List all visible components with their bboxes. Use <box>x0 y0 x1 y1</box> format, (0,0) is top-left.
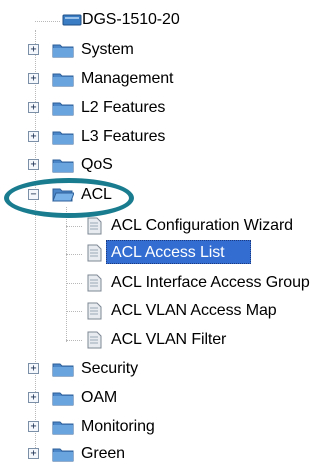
tree-item-acl-configuration-wizard[interactable]: ACL Configuration Wizard <box>0 214 333 238</box>
folder-icon <box>52 102 74 116</box>
folder-icon <box>52 421 74 435</box>
collapse-icon[interactable]: − <box>28 189 39 200</box>
expand-icon[interactable]: + <box>28 421 39 432</box>
folder-icon <box>52 73 74 87</box>
folder-icon <box>52 44 74 58</box>
tree-item-system[interactable]: + System <box>0 38 260 62</box>
tree-item-security[interactable]: + Security <box>0 357 260 381</box>
tree-item-oam[interactable]: + OAM <box>0 386 260 410</box>
tree-item-label: System <box>81 41 134 58</box>
tree-item-l3-features[interactable]: + L3 Features <box>0 125 260 149</box>
tree-item-label: OAM <box>81 389 118 406</box>
tree-item-label: ACL Interface Access Group <box>111 274 310 291</box>
page-icon <box>87 302 102 320</box>
folder-icon <box>52 392 74 406</box>
tree-item-qos[interactable]: + QoS <box>0 153 260 177</box>
page-icon <box>87 244 102 262</box>
expand-icon[interactable]: + <box>28 392 39 403</box>
tree-item-acl-vlan-filter[interactable]: ACL VLAN Filter <box>0 328 333 352</box>
tree-connector-line <box>35 21 60 22</box>
tree-item-label: ACL VLAN Access Map <box>111 302 277 319</box>
tree-root-label: DGS-1510-20 <box>82 11 180 28</box>
switch-device-icon <box>62 14 82 26</box>
tree-item-label: ACL Access List <box>111 244 225 261</box>
tree-item-acl-access-list[interactable]: ACL Access List <box>0 241 333 265</box>
folder-icon <box>52 363 74 377</box>
expand-icon[interactable]: + <box>28 363 39 374</box>
open-folder-icon <box>52 188 74 202</box>
page-icon <box>87 331 102 349</box>
tree-item-label: L3 Features <box>81 128 166 145</box>
expand-icon[interactable]: + <box>28 102 39 113</box>
tree-item-acl-vlan-access-map[interactable]: ACL VLAN Access Map <box>0 299 333 323</box>
expand-icon[interactable]: + <box>28 159 39 170</box>
folder-icon <box>52 131 74 145</box>
page-icon <box>87 217 102 235</box>
expand-icon[interactable]: + <box>28 44 39 55</box>
tree-item-management[interactable]: + Management <box>0 67 260 91</box>
folder-icon <box>52 448 74 462</box>
tree-item-acl[interactable]: − ACL <box>0 183 260 207</box>
tree-item-acl-interface-access-group[interactable]: ACL Interface Access Group <box>0 271 333 295</box>
expand-icon[interactable]: + <box>28 131 39 142</box>
page-icon <box>87 274 102 292</box>
tree-item-monitoring[interactable]: + Monitoring <box>0 415 260 439</box>
navigation-tree: DGS-1510-20 + System + Management + L2 F… <box>0 0 333 462</box>
expand-icon[interactable]: + <box>28 73 39 84</box>
tree-item-label: Management <box>81 70 174 87</box>
tree-item-label: Monitoring <box>81 418 155 435</box>
tree-item-label: ACL VLAN Filter <box>111 331 227 348</box>
tree-item-label: Green <box>81 445 125 462</box>
expand-icon[interactable]: + <box>28 448 39 459</box>
tree-item-green[interactable]: + Green <box>0 442 260 466</box>
tree-item-label: Security <box>81 360 138 377</box>
tree-item-label: QoS <box>81 156 113 173</box>
tree-item-label: ACL <box>81 186 112 203</box>
tree-item-l2-features[interactable]: + L2 Features <box>0 96 260 120</box>
folder-icon <box>52 159 74 173</box>
tree-item-label: L2 Features <box>81 99 166 116</box>
tree-item-label: ACL Configuration Wizard <box>111 217 293 234</box>
